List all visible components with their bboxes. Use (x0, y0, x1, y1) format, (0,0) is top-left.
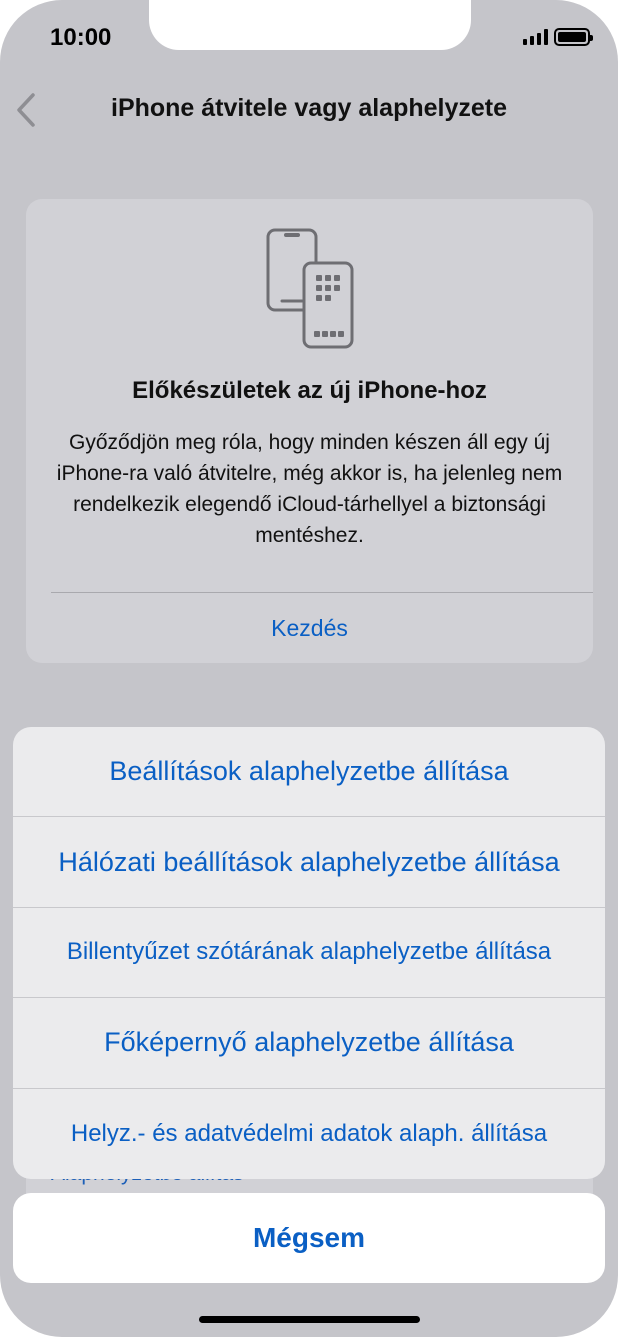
signal-icon (523, 29, 548, 45)
reset-action-sheet: Beállítások alaphelyzetbe állítása Hálóz… (13, 727, 605, 1179)
reset-network-settings-button[interactable]: Hálózati beállítások alaphelyzetbe állít… (13, 817, 605, 908)
divider (51, 592, 593, 593)
notch (149, 0, 471, 50)
card-title: Előkészületek az új iPhone-hoz (132, 377, 487, 404)
status-icons (523, 28, 593, 46)
home-indicator[interactable] (199, 1316, 420, 1323)
status-time: 10:00 (50, 24, 112, 51)
reset-home-screen-button[interactable]: Főképernyő alaphelyzetbe állítása (13, 998, 605, 1089)
reset-location-privacy-button[interactable]: Helyz.- és adatvédelmi adatok alaph. áll… (13, 1089, 605, 1179)
phones-transfer-icon (264, 227, 356, 354)
phone-screen: 10:00 iPhone átvitele vagy alaphelyzete (0, 0, 618, 1337)
prepare-card: Előkészületek az új iPhone-hoz Győződjön… (26, 199, 593, 663)
cancel-button[interactable]: Mégsem (13, 1193, 605, 1283)
card-description: Győződjön meg róla, hogy minden készen á… (56, 431, 563, 547)
reset-keyboard-dictionary-button[interactable]: Billentyűzet szótárának alaphelyzetbe ál… (13, 908, 605, 999)
reset-settings-button[interactable]: Beállítások alaphelyzetbe állítása (13, 727, 605, 818)
get-started-link[interactable]: Kezdés (26, 615, 593, 642)
battery-icon (554, 28, 593, 46)
page-title: iPhone átvitele vagy alaphelyzete (111, 94, 507, 122)
